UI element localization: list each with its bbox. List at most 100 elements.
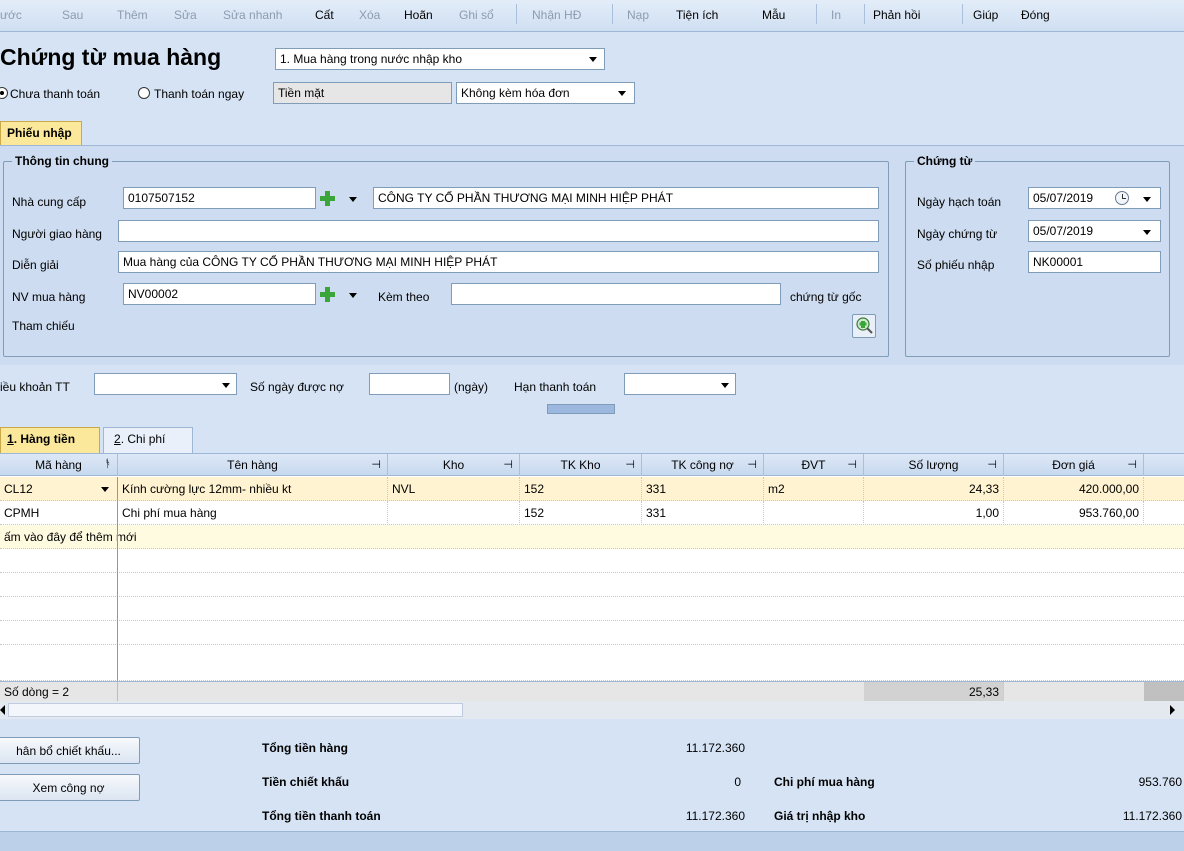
cell-unit-price[interactable]: 953.760,00 — [1004, 501, 1144, 525]
voucher-type-dropdown-icon[interactable] — [583, 49, 603, 69]
pin-icon[interactable]: ⊣ — [847, 458, 857, 471]
toolbar-feedback-button[interactable]: Phản hồi — [873, 8, 920, 22]
scroll-thumb[interactable] — [8, 703, 463, 717]
description-field[interactable]: Mua hàng của CÔNG TY CỔ PHẦN THƯƠNG MẠI … — [118, 251, 879, 273]
cell-stock-account[interactable]: 152 — [520, 477, 642, 501]
add-row-hint-row[interactable]: ấm vào đây để thêm mới — [0, 525, 1184, 549]
cell-payable-account[interactable]: 331 — [642, 477, 764, 501]
add-staff-icon[interactable] — [319, 286, 335, 302]
clock-icon[interactable] — [1115, 191, 1129, 205]
cell-item-name[interactable]: Chi phí mua hàng — [118, 501, 388, 525]
attachment-field[interactable] — [451, 283, 781, 305]
supplier-code-field[interactable]: 0107507152 — [123, 187, 316, 209]
toolbar-separator — [816, 4, 817, 24]
posting-date-dropdown-icon[interactable] — [1142, 194, 1152, 204]
col-header-stock-account[interactable]: TK Kho ⊣ — [520, 454, 642, 476]
pin-icon[interactable]: ⊣ — [625, 458, 635, 471]
toolbar-template-button[interactable]: Mẫu — [762, 8, 785, 22]
horizontal-scrollbar[interactable] — [0, 701, 1184, 719]
purchase-staff-field[interactable]: NV00002 — [123, 283, 316, 305]
pin-icon[interactable]: ⊣ — [371, 458, 381, 471]
cell-quantity[interactable]: 24,33 — [864, 477, 1004, 501]
toolbar-post-button[interactable]: Ghi sổ — [459, 8, 494, 22]
attachment-suffix: chứng từ gốc — [790, 290, 862, 304]
receipt-no-field[interactable]: NK00001 — [1028, 251, 1161, 273]
staff-dropdown-icon[interactable] — [348, 290, 358, 300]
tab-phieu-nhap[interactable]: Phiếu nhập — [0, 121, 82, 146]
cell-payable-account[interactable]: 331 — [642, 501, 764, 525]
toolbar-add-button[interactable]: Thêm — [117, 8, 148, 22]
pin-icon[interactable]: ᚬ — [104, 458, 111, 470]
table-row[interactable]: CPMH Chi phí mua hàng 152 331 1,00 953.7… — [0, 501, 1184, 525]
toolbar-quick-edit-button[interactable]: Sửa nhanh — [223, 8, 282, 22]
add-supplier-icon[interactable] — [319, 190, 335, 206]
pin-icon[interactable]: ⊣ — [747, 458, 757, 471]
col-header-item-name[interactable]: Tên hàng ⊣ — [118, 454, 388, 476]
toolbar-load-button[interactable]: Nạp — [627, 8, 649, 22]
toolbar-save-button[interactable]: Cất — [315, 8, 334, 22]
view-debt-button[interactable]: Xem công nợ — [0, 774, 140, 801]
cell-text: 420.000,00 — [1078, 482, 1139, 496]
payment-terms-dropdown-icon[interactable] — [221, 380, 231, 390]
credit-days-field[interactable] — [369, 373, 450, 395]
toolbar-print-button[interactable]: In — [831, 8, 841, 22]
toolbar-postpone-button[interactable]: Hoãn — [404, 8, 433, 22]
toolbar-edit-button[interactable]: Sửa — [174, 8, 197, 22]
col-header-warehouse[interactable]: Kho ⊣ — [388, 454, 520, 476]
add-row-hint[interactable]: ấm vào đây để thêm mới — [0, 525, 300, 549]
toolbar-next-button[interactable]: Sau — [62, 8, 83, 22]
toolbar-delete-button[interactable]: Xóa — [359, 8, 380, 22]
cell-unit[interactable] — [764, 501, 864, 525]
cell-warehouse[interactable]: NVL — [388, 477, 520, 501]
deliverer-field[interactable] — [118, 220, 879, 242]
pay-now-radio[interactable] — [138, 87, 150, 99]
cell-unit-price[interactable]: 420.000,00 — [1004, 477, 1144, 501]
supplier-name-field[interactable]: CÔNG TY CỔ PHẦN THƯƠNG MẠI MINH HIỆP PHÁ… — [373, 187, 879, 209]
cell-item-name[interactable]: Kính cường lực 12mm- nhiều kt — [118, 477, 388, 501]
due-date-dropdown-icon[interactable] — [720, 380, 730, 390]
cell-stock-account[interactable]: 152 — [520, 501, 642, 525]
tab-goods-key: 1 — [7, 432, 14, 446]
voucher-type-select[interactable]: 1. Mua hàng trong nước nhập kho — [275, 48, 605, 70]
tab-goods[interactable]: 1. Hàng tiền — [0, 427, 100, 453]
voucher-date-dropdown-icon[interactable] — [1142, 227, 1152, 237]
table-row[interactable]: CL12 Kính cường lực 12mm- nhiều kt NVL 1… — [0, 477, 1184, 501]
tab-costs[interactable]: 2. Chi phí — [103, 427, 193, 453]
item-code-dropdown-icon[interactable] — [100, 484, 110, 494]
total-goods-value: 11.172.360 — [685, 741, 745, 755]
cell-warehouse[interactable] — [388, 501, 520, 525]
toolbar-help-button[interactable]: Giúp — [973, 8, 998, 22]
toolbar-receive-invoice-button[interactable]: Nhận HĐ — [532, 8, 581, 22]
description-label: Diễn giải — [12, 258, 59, 272]
invoice-option-dropdown-icon[interactable] — [612, 83, 632, 103]
toolbar-prev-button[interactable]: ước — [0, 8, 22, 22]
search-add-icon — [856, 317, 873, 334]
cell-item-code[interactable]: CPMH — [0, 501, 118, 525]
payment-method-field[interactable]: Tiền mặt — [273, 82, 452, 104]
scroll-right-icon[interactable] — [1170, 705, 1175, 715]
col-header-payable-account[interactable]: TK công nợ ⊣ — [642, 454, 764, 476]
col-header-item-code[interactable]: Mã hàng ᚬ — [0, 454, 118, 476]
scroll-left-icon[interactable] — [0, 705, 5, 715]
pin-icon[interactable]: ⊣ — [503, 458, 513, 471]
payment-terms-field[interactable] — [94, 373, 237, 395]
col-header-unit-price[interactable]: Đơn giá ⊣ — [1004, 454, 1144, 476]
allocate-discount-button[interactable]: hân bổ chiết khấu... — [0, 737, 140, 764]
supplier-dropdown-icon[interactable] — [348, 194, 358, 204]
col-header-quantity[interactable]: Số lượng ⊣ — [864, 454, 1004, 476]
cell-quantity[interactable]: 1,00 — [864, 501, 1004, 525]
voucher-type-value: 1. Mua hàng trong nước nhập kho — [280, 52, 463, 66]
pin-icon[interactable]: ⊣ — [1127, 458, 1137, 471]
invoice-option-select[interactable]: Không kèm hóa đơn — [456, 82, 635, 104]
collapse-handle[interactable] — [547, 404, 615, 414]
reference-search-button[interactable] — [852, 314, 876, 338]
pin-icon[interactable]: ⊣ — [987, 458, 997, 471]
quantity-total-text: 25,33 — [968, 685, 999, 699]
unpaid-radio[interactable] — [0, 87, 8, 99]
col-header-unit[interactable]: ĐVT ⊣ — [764, 454, 864, 476]
discount-label: Tiền chiết khấu — [262, 775, 350, 789]
toolbar-separator — [612, 4, 613, 24]
toolbar-close-button[interactable]: Đóng — [1021, 8, 1050, 22]
cell-unit[interactable]: m2 — [764, 477, 864, 501]
toolbar-utilities-button[interactable]: Tiện ích — [676, 8, 718, 22]
